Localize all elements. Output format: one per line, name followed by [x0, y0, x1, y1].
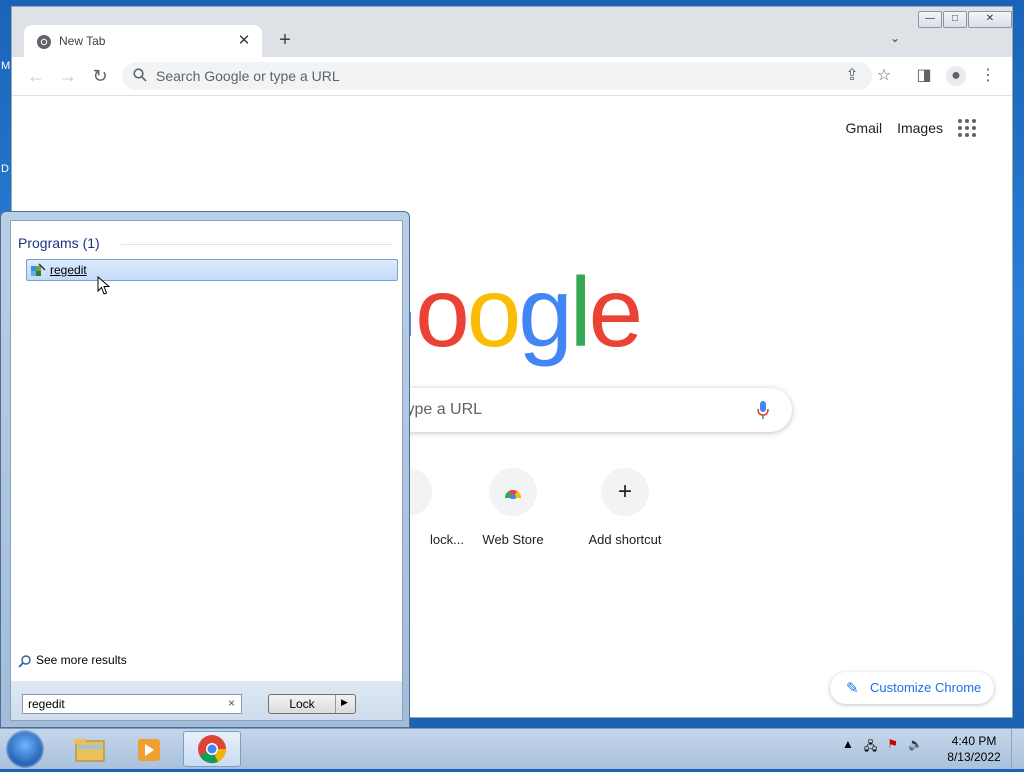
more-menu-icon[interactable]: ⋮ — [978, 66, 998, 86]
logo-letter: l — [569, 257, 592, 367]
media-player-icon[interactable] — [120, 731, 178, 767]
chrome-icon[interactable] — [183, 731, 241, 767]
close-window-button[interactable]: ✕ — [968, 11, 1012, 28]
programs-section-header: Programs (1) — [18, 235, 100, 251]
customize-label: Customize Chrome — [870, 680, 982, 695]
network-icon[interactable]: 🖧 — [864, 737, 877, 758]
close-tab-icon[interactable]: ✕ — [234, 31, 254, 51]
logo-letter: e — [588, 257, 643, 367]
chrome-favicon-icon — [37, 35, 51, 49]
regedit-icon — [31, 263, 46, 276]
logo-letter: o — [466, 257, 521, 367]
lock-button-label: Lock — [289, 697, 315, 711]
forward-arrow-icon[interactable]: → — [58, 66, 78, 86]
customize-chrome-button[interactable]: ✎ Customize Chrome — [830, 672, 994, 704]
top-links: Gmail Images — [831, 119, 976, 137]
clock-time: 4:40 PM — [951, 734, 997, 748]
start-menu: Programs (1) regedit See more results re… — [0, 211, 410, 728]
images-link[interactable]: Images — [897, 120, 943, 136]
new-tab-button[interactable]: + — [274, 29, 296, 51]
logo-letter: g — [518, 257, 572, 367]
shortcut-web-store[interactable]: Web Store — [457, 468, 569, 547]
mouse-cursor-icon — [97, 276, 111, 295]
web-store-icon — [489, 468, 537, 516]
reload-icon[interactable]: ↻ — [90, 66, 110, 86]
windows-explorer-icon[interactable] — [60, 731, 118, 767]
search-icon — [133, 68, 147, 82]
arrow-right-icon[interactable]: ▶ — [341, 697, 348, 708]
shortcut-label: Web Store — [482, 532, 544, 547]
logo-letter: o — [415, 257, 469, 367]
chevron-down-icon[interactable]: ⌄ — [886, 31, 904, 49]
start-search-input[interactable]: regedit × — [22, 694, 242, 714]
browser-toolbar: ← → ↻ Search Google or type a URL ⇪ ☆ ◨ … — [12, 57, 1012, 96]
show-desktop-button[interactable] — [1011, 729, 1024, 769]
lock-button[interactable]: Lock ▶ — [268, 694, 356, 714]
start-search-area: regedit × Lock ▶ — [11, 681, 402, 720]
button-divider — [335, 695, 336, 713]
taskbar: ▲ 🖧 ⚑ 🔈 4:40 PM 8/13/2022 — [0, 728, 1024, 769]
tab-new-tab[interactable]: New Tab ✕ — [24, 25, 262, 58]
search-input-value: regedit — [28, 697, 65, 711]
action-center-flag-icon[interactable]: ⚑ — [887, 737, 898, 758]
pencil-icon: ✎ — [846, 680, 859, 697]
apps-grid-icon[interactable] — [958, 119, 976, 137]
system-tray: ▲ 🖧 ⚑ 🔈 — [842, 737, 923, 758]
desktop-icon-label[interactable]: M — [1, 60, 10, 72]
volume-icon[interactable]: 🔈 — [908, 737, 923, 758]
window-controls: — □ ✕ — [917, 11, 1012, 29]
omnibox[interactable]: Search Google or type a URL — [122, 62, 872, 90]
back-arrow-icon[interactable]: ← — [26, 66, 46, 86]
minimize-button[interactable]: — — [918, 11, 942, 28]
microphone-icon[interactable] — [756, 400, 770, 420]
tab-strip: New Tab ✕ + ⌄ — □ ✕ — [12, 7, 1012, 58]
desktop-icon-label[interactable]: D — [1, 163, 9, 175]
share-icon[interactable]: ⇪ — [842, 66, 862, 86]
add-shortcut-button[interactable]: + Add shortcut — [569, 468, 681, 547]
start-menu-results-pane: Programs (1) regedit See more results re… — [10, 220, 403, 721]
chevron-up-icon[interactable]: ▲ — [842, 737, 854, 758]
omnibox-placeholder: Search Google or type a URL — [156, 68, 340, 84]
maximize-button[interactable]: □ — [943, 11, 967, 28]
see-more-results-link[interactable]: See more results — [18, 653, 127, 668]
clock-date: 8/13/2022 — [947, 750, 1001, 764]
profile-avatar-icon[interactable]: ● — [946, 66, 966, 86]
side-panel-icon[interactable]: ◨ — [914, 66, 934, 86]
magnifier-icon — [18, 655, 31, 668]
start-orb-icon[interactable] — [6, 730, 44, 768]
shortcut-label: Add shortcut — [588, 532, 662, 547]
taskbar-clock[interactable]: 4:40 PM 8/13/2022 — [942, 733, 1006, 765]
bookmark-star-icon[interactable]: ☆ — [874, 66, 894, 86]
section-divider — [121, 244, 393, 245]
see-more-label: See more results — [36, 653, 127, 667]
clear-search-icon[interactable]: × — [228, 696, 235, 710]
plus-icon: + — [601, 468, 649, 516]
gmail-link[interactable]: Gmail — [846, 120, 883, 136]
ntp-search-placeholder: type a URL — [402, 401, 483, 418]
tab-title: New Tab — [59, 34, 106, 48]
search-result-regedit[interactable]: regedit — [26, 259, 398, 281]
result-label: regedit — [50, 263, 87, 277]
